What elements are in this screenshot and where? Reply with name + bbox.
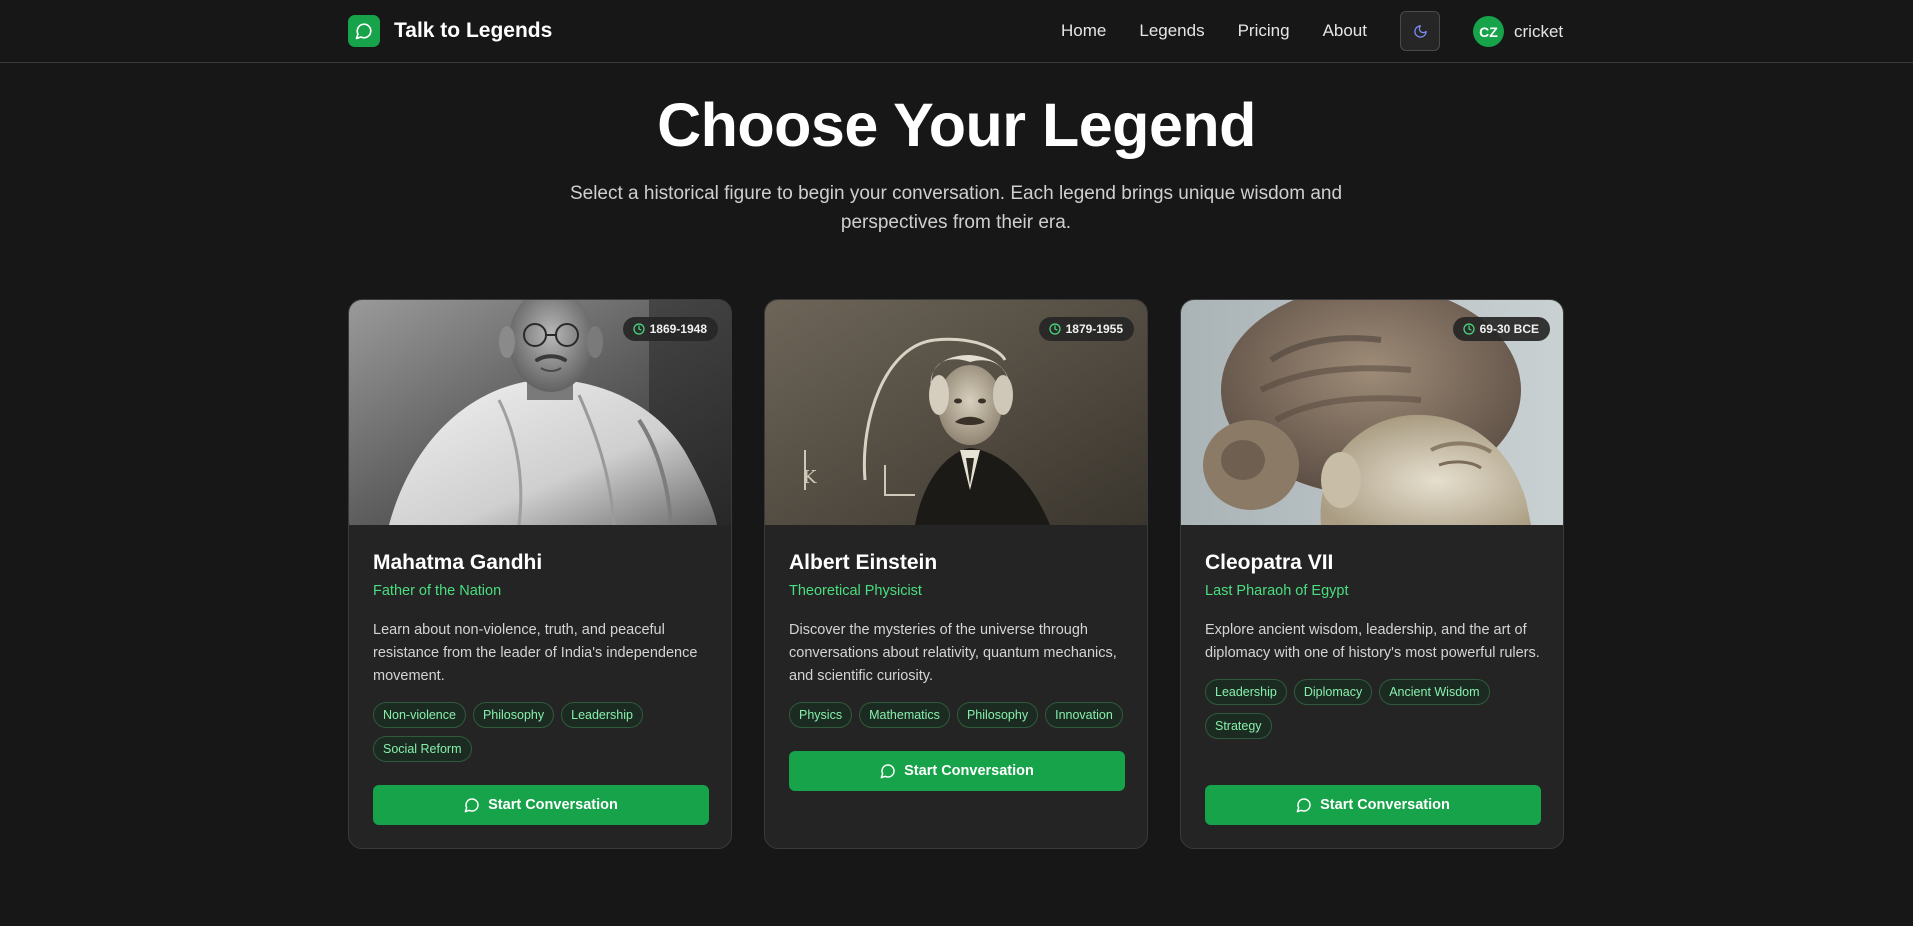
- era-text: 1879-1955: [1065, 322, 1123, 336]
- moon-icon: [1413, 24, 1427, 38]
- nav-link-home[interactable]: Home: [1061, 21, 1106, 41]
- tag: Physics: [789, 702, 853, 728]
- legend-name: Mahatma Gandhi: [373, 551, 543, 574]
- avatar: CZ: [1473, 16, 1504, 47]
- nav-link-legends[interactable]: Legends: [1139, 21, 1204, 41]
- nav-link-pricing[interactable]: Pricing: [1238, 21, 1290, 41]
- nav-link-about[interactable]: About: [1323, 21, 1367, 41]
- era-text: 1869-1948: [649, 322, 707, 336]
- legend-card-cleopatra: 69-30 BCE Cleopatra VII Last Pharaoh of …: [1180, 299, 1564, 849]
- tag: Ancient Wisdom: [1379, 679, 1490, 705]
- legend-name: Cleopatra VII: [1205, 551, 1334, 574]
- button-label: Start Conversation: [904, 763, 1034, 779]
- legend-name: Albert Einstein: [789, 551, 938, 574]
- legend-role: Father of the Nation: [373, 583, 502, 599]
- legend-description: Discover the mysteries of the universe t…: [789, 622, 1117, 684]
- card-body: Mahatma Gandhi Father of the Nation Lear…: [373, 550, 709, 762]
- card-body: Cleopatra VII Last Pharaoh of Egypt Expl…: [1205, 550, 1541, 739]
- tag: Diplomacy: [1293, 679, 1373, 705]
- button-label: Start Conversation: [488, 797, 618, 813]
- tag-list: Non-violence Philosophy Leadership Socia…: [373, 702, 709, 762]
- era-badge: 1869-1948: [622, 317, 718, 341]
- era-text: 69-30 BCE: [1479, 322, 1539, 336]
- username: cricket: [1514, 21, 1564, 41]
- tag: Mathematics: [859, 702, 950, 728]
- clock-icon: [1463, 323, 1475, 335]
- cleopatra-bust: 69-30 BCE: [1181, 300, 1563, 525]
- start-conversation-button[interactable]: Start Conversation: [1205, 785, 1541, 825]
- message-circle-icon: [880, 764, 895, 779]
- theme-toggle-button[interactable]: [1400, 11, 1440, 51]
- tag-list: Physics Mathematics Philosophy Innovatio…: [789, 702, 1125, 728]
- tag: Non-violence: [373, 702, 466, 728]
- tag: Leadership: [561, 702, 643, 728]
- start-conversation-button[interactable]: Start Conversation: [789, 751, 1125, 791]
- nav-links: Home Legends Pricing About: [1061, 19, 1367, 43]
- legend-description: Learn about non-violence, truth, and pea…: [373, 622, 698, 684]
- tag: Philosophy: [956, 702, 1039, 728]
- page-subtitle: Select a historical figure to begin your…: [569, 183, 1343, 233]
- brand-name: Talk to Legends: [394, 19, 553, 42]
- brand[interactable]: Talk to Legends: [348, 15, 552, 47]
- button-label: Start Conversation: [1320, 797, 1450, 813]
- era-badge: 1879-1955: [1038, 317, 1134, 341]
- clock-icon: [1049, 323, 1061, 335]
- tag: Leadership: [1205, 679, 1287, 705]
- tag: Social Reform: [373, 736, 472, 762]
- message-circle-icon: [464, 798, 479, 813]
- gandhi-portrait: 1869-1948: [349, 300, 731, 525]
- tag: Innovation: [1045, 702, 1123, 728]
- legend-role: Theoretical Physicist: [789, 583, 922, 599]
- legend-card-einstein: K 1879-1955 Albert Einstein Theoretical …: [764, 299, 1148, 849]
- legend-role: Last Pharaoh of Egypt: [1205, 583, 1349, 599]
- user-menu[interactable]: CZ cricket: [1473, 16, 1563, 47]
- top-navbar: Talk to Legends Home Legends Pricing Abo…: [0, 0, 1913, 63]
- card-body: Albert Einstein Theoretical Physicist Di…: [789, 550, 1125, 728]
- clock-icon: [633, 323, 645, 335]
- einstein-portrait: K 1879-1955: [765, 300, 1147, 525]
- legend-description: Explore ancient wisdom, leadership, and …: [1205, 622, 1540, 661]
- legend-card-gandhi: 1869-1948 Mahatma Gandhi Father of the N…: [348, 299, 732, 849]
- tag: Strategy: [1205, 713, 1272, 739]
- message-circle-icon: [348, 15, 380, 47]
- tag-list: Leadership Diplomacy Ancient Wisdom Stra…: [1205, 679, 1541, 739]
- start-conversation-button[interactable]: Start Conversation: [373, 785, 709, 825]
- page-title: Choose Your Legend: [657, 91, 1256, 159]
- message-circle-icon: [1296, 798, 1311, 813]
- era-badge: 69-30 BCE: [1452, 317, 1550, 341]
- tag: Philosophy: [472, 702, 555, 728]
